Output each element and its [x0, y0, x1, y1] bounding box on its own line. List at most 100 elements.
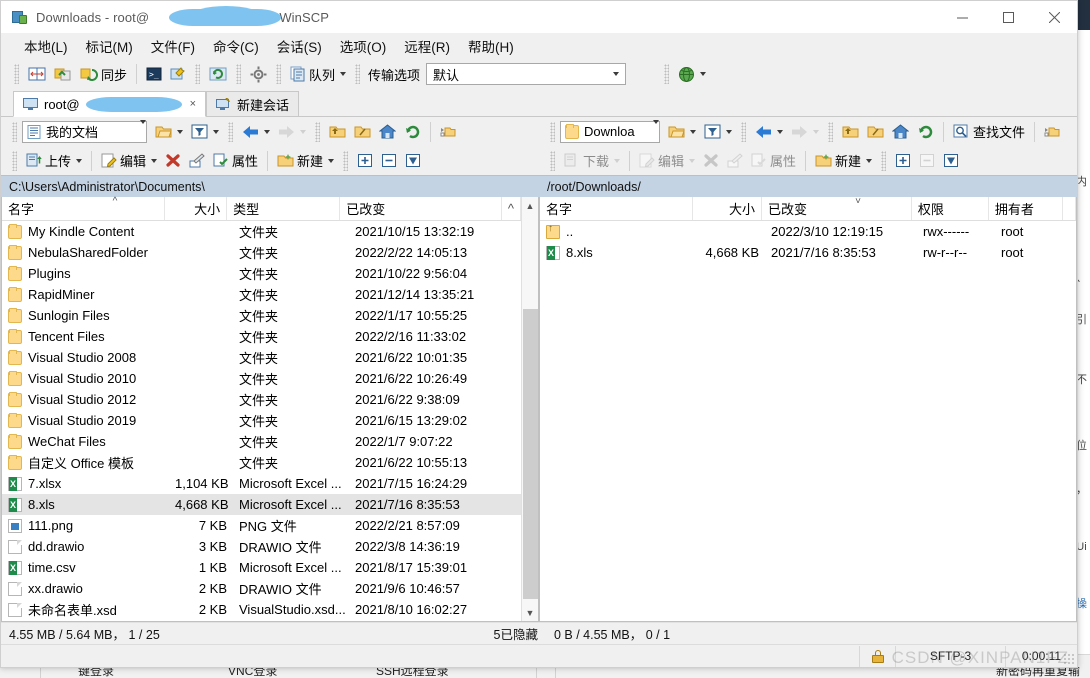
local-path-combo[interactable]: 我的文档 [22, 120, 147, 143]
chevron-down-icon[interactable] [726, 129, 732, 134]
chevron-down-icon[interactable] [151, 158, 158, 163]
remote-path-bar[interactable]: /root/Downloads/ [539, 175, 1077, 197]
table-row[interactable]: 自定义 Office 模板 文件夹 2021/6/22 10:55:13 [2, 452, 521, 473]
new-button[interactable]: 新建 [273, 149, 338, 173]
chevron-down-icon[interactable] [264, 129, 270, 134]
table-row[interactable]: Tencent Files 文件夹 2022/2/16 11:33:02 [2, 326, 521, 347]
transfer-settings-combo[interactable]: 默认 [426, 63, 627, 85]
menu-mark[interactable]: 标记(M) [77, 34, 142, 58]
column-header-size[interactable]: 大小 [165, 197, 228, 220]
remote-parent-directory-button[interactable] [838, 120, 863, 144]
table-row[interactable]: Visual Studio 2008 文件夹 2021/6/22 10:01:35 [2, 347, 521, 368]
refresh-local-button[interactable] [400, 120, 425, 144]
table-row[interactable]: 111.png 7 KB PNG 文件 2022/2/21 8:57:09 [2, 515, 521, 536]
table-row[interactable]: My Kindle Content 文件夹 2021/10/15 13:32:19 [2, 221, 521, 242]
remote-delete-button[interactable] [699, 149, 723, 173]
remote-column-header-rights[interactable]: 权限 [912, 197, 989, 220]
unselect-button[interactable] [377, 149, 401, 173]
scroll-up-arrow-icon[interactable]: ▲ [522, 197, 539, 214]
table-row[interactable]: 8.xls 4,668 KB 2021/7/16 8:35:53 rw-r--r-- r… [540, 242, 1076, 263]
toolbar-grip[interactable] [550, 150, 555, 171]
chevron-down-icon[interactable] [777, 129, 783, 134]
table-row[interactable]: xx.drawio 2 KB DRAWIO 文件 2021/9/6 10:46:57 [2, 578, 521, 599]
chevron-down-icon[interactable] [653, 120, 659, 139]
open-remote-directory-button[interactable] [664, 120, 700, 144]
chevron-down-icon[interactable] [689, 158, 696, 163]
chevron-down-icon[interactable] [813, 129, 819, 134]
toolbar-grip[interactable] [276, 64, 282, 84]
toolbar-grip[interactable] [14, 64, 19, 84]
column-header-more[interactable]: ^ [502, 197, 522, 220]
remote-forward-button[interactable] [787, 120, 823, 144]
scroll-track[interactable] [522, 214, 539, 604]
local-path-bar[interactable]: C:\Users\Administrator\Documents\ [1, 175, 539, 197]
table-row[interactable]: 8.xls 4,668 KB Microsoft Excel ... 2021/7/1… [2, 494, 521, 515]
synchronize-button[interactable]: 同步 [76, 62, 131, 86]
parent-directory-button[interactable] [325, 120, 350, 144]
filter-button[interactable] [187, 120, 223, 144]
remote-edit-button[interactable]: 编辑 [635, 149, 699, 173]
keep-remote-directory-up-to-date-button[interactable] [166, 62, 190, 86]
menu-files[interactable]: 文件(F) [142, 34, 204, 58]
chevron-down-icon[interactable] [177, 129, 183, 134]
chevron-down-icon[interactable] [300, 129, 306, 134]
edit-button[interactable]: 编辑 [97, 149, 161, 173]
chevron-down-icon[interactable] [614, 158, 621, 163]
table-row[interactable]: time.csv 1 KB Microsoft Excel ... 2021/8/17… [2, 557, 521, 578]
chevron-down-icon[interactable] [76, 158, 83, 163]
home-directory-button[interactable] [375, 120, 400, 144]
remote-invert-selection-button[interactable] [939, 149, 963, 173]
encryption-status[interactable] [859, 645, 895, 667]
forward-button[interactable] [274, 120, 310, 144]
maximize-button[interactable] [985, 1, 1031, 33]
menu-commands[interactable]: 命令(C) [204, 34, 268, 58]
toolbar-grip[interactable] [195, 64, 201, 84]
table-row[interactable]: Plugins 文件夹 2021/10/22 9:56:04 [2, 263, 521, 284]
remote-path-combo[interactable]: Downloa [560, 120, 660, 143]
table-row[interactable]: Visual Studio 2019 文件夹 2021/6/15 13:29:02 [2, 410, 521, 431]
scroll-thumb[interactable] [522, 309, 538, 599]
queue-button[interactable]: 队列 [286, 62, 350, 86]
chevron-down-icon[interactable] [328, 158, 335, 163]
compare-directories-button[interactable] [24, 62, 50, 86]
refresh-remote-button[interactable] [913, 120, 938, 144]
chevron-down-icon[interactable] [700, 72, 707, 76]
delete-button[interactable] [161, 149, 185, 173]
title-bar[interactable]: Downloads - root@ - WinSCP [1, 1, 1077, 33]
chevron-down-icon[interactable] [140, 120, 146, 139]
remote-properties-button[interactable]: 属性 [747, 149, 800, 173]
menu-remote[interactable]: 远程(R) [395, 34, 459, 58]
table-row[interactable]: Visual Studio 2010 文件夹 2021/6/22 10:26:49 [2, 368, 521, 389]
refresh-button[interactable] [205, 62, 231, 86]
properties-button[interactable]: 属性 [209, 149, 262, 173]
toolbar-grip[interactable] [828, 121, 833, 142]
toolbar-grip[interactable] [741, 121, 746, 142]
scroll-down-arrow-icon[interactable]: ▼ [522, 604, 539, 621]
remote-column-header-more[interactable] [1063, 197, 1076, 220]
menu-help[interactable]: 帮助(H) [459, 34, 523, 58]
open-directory-button[interactable] [151, 120, 187, 144]
select-all-button[interactable] [353, 149, 377, 173]
globe-button[interactable] [674, 62, 710, 86]
table-row[interactable]: RapidMiner 文件夹 2021/12/14 13:35:21 [2, 284, 521, 305]
remote-filter-button[interactable] [700, 120, 736, 144]
remote-column-header-owner[interactable]: 拥有者 [989, 197, 1063, 220]
remote-column-header-changed[interactable]: 已改变 ˅ [762, 196, 912, 220]
menu-session[interactable]: 会话(S) [268, 34, 331, 58]
local-rows[interactable]: My Kindle Content 文件夹 2021/10/15 13:32:19 N… [2, 221, 521, 621]
close-button[interactable] [1031, 1, 1077, 33]
remote-column-header-name[interactable]: 名字 [540, 197, 693, 220]
toolbar-grip[interactable] [881, 150, 887, 171]
chevron-down-icon[interactable] [613, 72, 620, 76]
chevron-down-icon[interactable] [340, 72, 347, 76]
download-button[interactable]: 下载 [560, 149, 624, 173]
open-terminal-button[interactable]: >_ [142, 62, 166, 86]
root-directory-button[interactable] [350, 120, 375, 144]
close-icon[interactable]: × [190, 98, 196, 110]
remote-home-directory-button[interactable] [888, 120, 913, 144]
synchronize-browsing-button[interactable] [50, 62, 76, 86]
session-tab-root[interactable]: root@ × [13, 91, 207, 117]
toolbar-grip[interactable] [343, 150, 349, 171]
remote-root-directory-button[interactable] [863, 120, 888, 144]
toolbar-grip[interactable] [12, 150, 17, 171]
